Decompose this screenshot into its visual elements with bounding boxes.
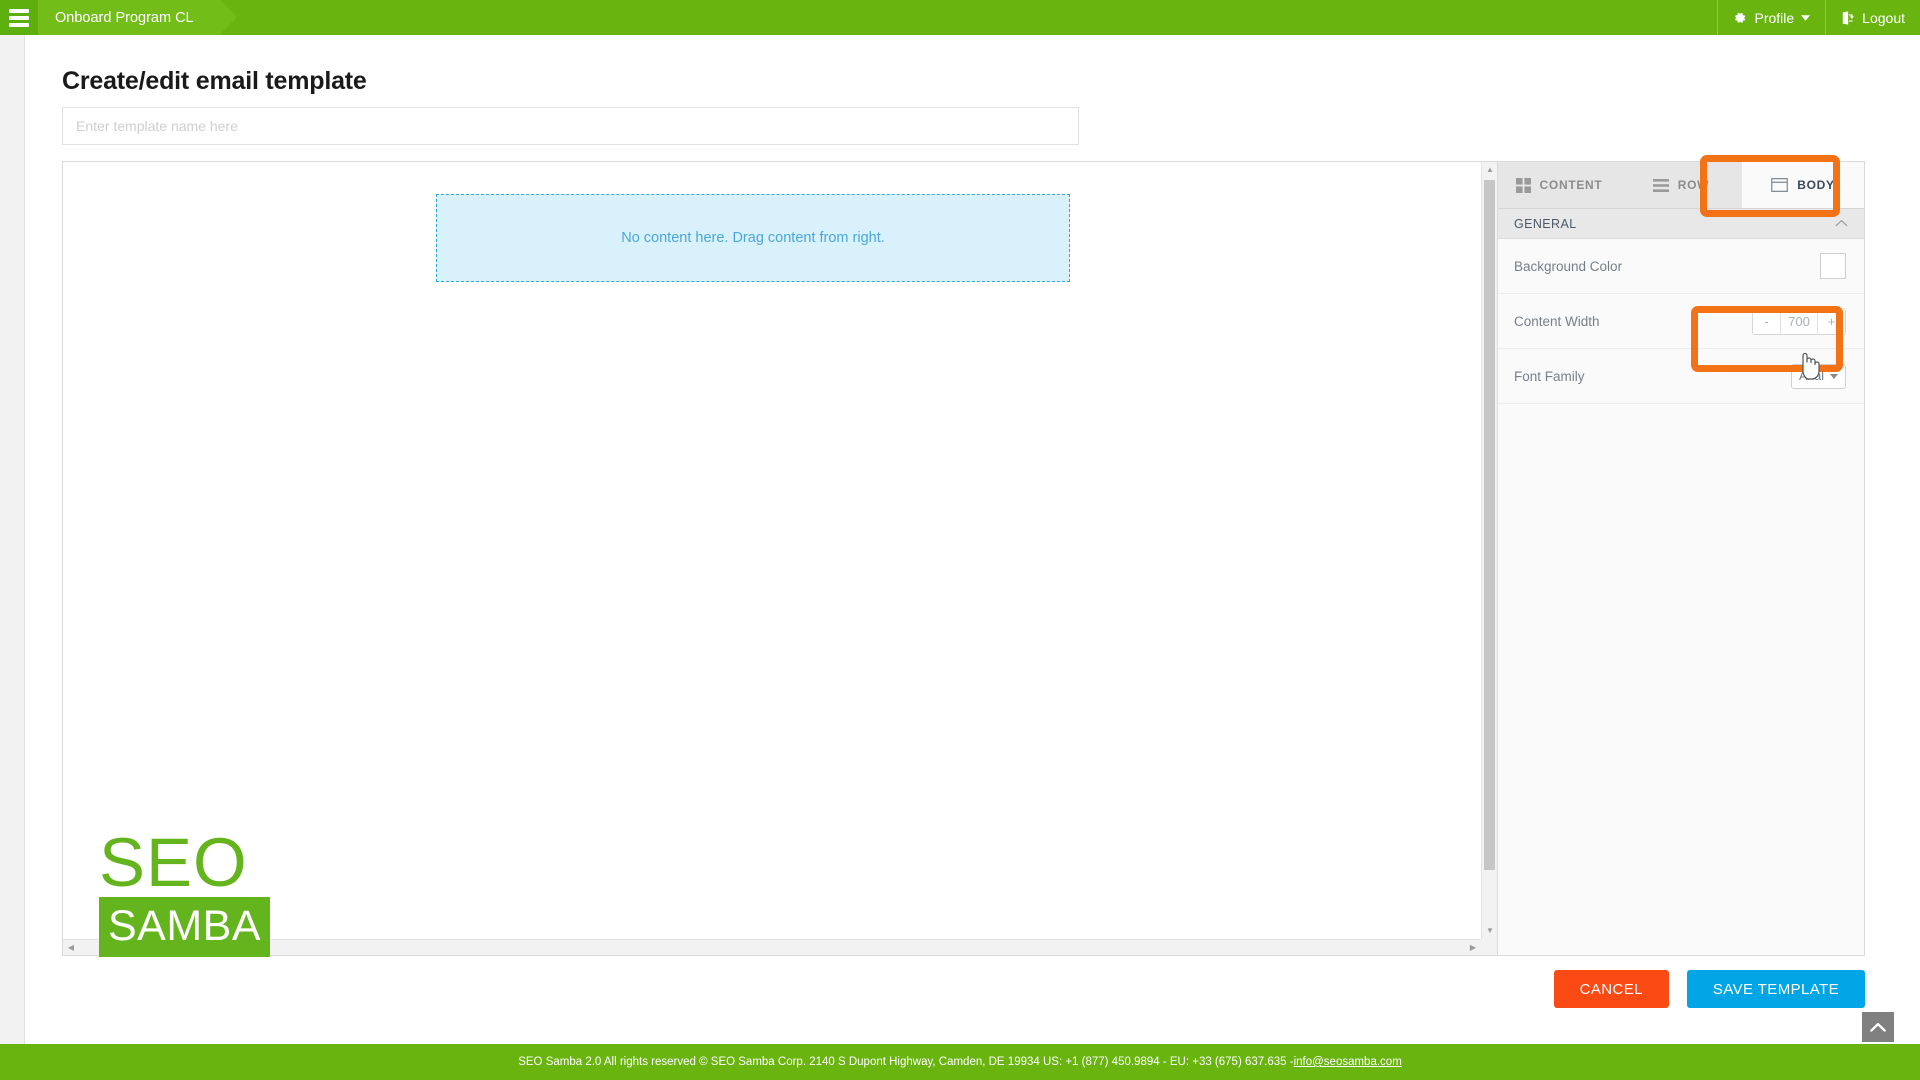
canvas-horizontal-scrollbar[interactable]: ◀ ▶ <box>63 939 1481 955</box>
footer-text: SEO Samba 2.0 All rights reserved © SEO … <box>518 1056 1294 1068</box>
font-family-dropdown[interactable]: Arial <box>1790 363 1846 389</box>
vertical-scroll-thumb[interactable] <box>1484 180 1495 870</box>
page-footer: SEO Samba 2.0 All rights reserved © SEO … <box>0 1044 1920 1080</box>
content-width-label: Content Width <box>1514 313 1600 329</box>
content-width-value[interactable]: 700 <box>1780 308 1818 334</box>
grid-icon <box>1515 177 1531 193</box>
tab-row-label: ROW <box>1677 178 1710 192</box>
content-width-decrement-button[interactable]: - <box>1753 308 1780 334</box>
scroll-right-icon[interactable]: ▶ <box>1465 940 1481 956</box>
form-actions: CANCEL SAVE TEMPLATE <box>62 970 1865 1008</box>
font-family-row: Font Family Arial <box>1498 349 1864 404</box>
logout-icon <box>1841 10 1855 25</box>
page-title: Create/edit email template <box>62 67 367 95</box>
profile-menu[interactable]: Profile <box>1717 0 1825 35</box>
font-family-value: Arial <box>1798 369 1824 383</box>
body-rectangle-icon <box>1771 178 1789 192</box>
page-content: Create/edit email template No content he… <box>26 35 1920 1045</box>
scrollbar-corner <box>1481 939 1497 955</box>
cancel-button[interactable]: CANCEL <box>1553 970 1669 1008</box>
topbar-right-group: Profile Logout <box>1717 0 1920 35</box>
collapsed-sidebar-rail[interactable] <box>0 35 25 1080</box>
scroll-up-icon[interactable]: ▲ <box>1482 162 1498 178</box>
editor-canvas-area: No content here. Drag content from right… <box>63 162 1497 957</box>
content-width-increment-button[interactable]: + <box>1818 308 1845 334</box>
tab-body[interactable]: BODY <box>1742 162 1864 208</box>
editor-canvas[interactable]: No content here. Drag content from right… <box>63 162 1481 939</box>
content-width-row: Content Width - 700 + <box>1498 294 1864 349</box>
hamburger-menu-icon[interactable] <box>0 0 38 35</box>
rows-icon <box>1652 178 1669 192</box>
scroll-down-icon[interactable]: ▼ <box>1482 923 1498 939</box>
general-section-title: GENERAL <box>1514 216 1577 231</box>
canvas-vertical-scrollbar[interactable]: ▲ ▼ <box>1481 162 1497 939</box>
content-width-stepper: - 700 + <box>1752 307 1846 335</box>
profile-label: Profile <box>1754 9 1795 26</box>
tab-content[interactable]: CONTENT <box>1498 162 1620 208</box>
tab-row[interactable]: ROW <box>1620 162 1742 208</box>
footer-email-link[interactable]: info@seosamba.com <box>1294 1056 1402 1068</box>
breadcrumb[interactable]: Onboard Program CL <box>38 0 237 35</box>
scroll-to-top-button[interactable] <box>1862 1012 1894 1042</box>
email-template-editor: No content here. Drag content from right… <box>62 161 1865 957</box>
save-template-button[interactable]: SAVE TEMPLATE <box>1686 970 1865 1008</box>
chevron-up-icon[interactable] <box>1835 218 1848 230</box>
template-name-input[interactable] <box>62 107 1079 145</box>
tab-body-label: BODY <box>1797 178 1835 192</box>
general-section-header[interactable]: GENERAL <box>1498 209 1864 239</box>
caret-down-icon <box>1830 373 1838 379</box>
background-color-row: Background Color <box>1498 239 1864 294</box>
tab-content-label: CONTENT <box>1539 178 1603 192</box>
hamburger-bar <box>9 8 29 13</box>
background-color-swatch[interactable] <box>1820 253 1846 279</box>
top-navigation-bar: Onboard Program CL Profile Logout <box>0 0 1920 35</box>
scroll-left-icon[interactable]: ◀ <box>63 940 79 956</box>
font-family-label: Font Family <box>1514 368 1585 384</box>
background-color-label: Background Color <box>1514 258 1623 274</box>
chevron-up-icon <box>1870 1022 1886 1032</box>
hamburger-bar <box>9 22 29 27</box>
content-dropzone[interactable]: No content here. Drag content from right… <box>436 194 1070 282</box>
hamburger-bar <box>9 15 29 20</box>
logout-label: Logout <box>1862 9 1905 26</box>
settings-tabs: CONTENT ROW BODY <box>1498 162 1864 209</box>
gear-icon <box>1733 11 1747 25</box>
chevron-down-icon <box>1801 14 1811 21</box>
dropzone-label: No content here. Drag content from right… <box>621 230 885 246</box>
logout-button[interactable]: Logout <box>1825 0 1920 35</box>
breadcrumb-label: Onboard Program CL <box>55 9 194 26</box>
settings-panel: CONTENT ROW BODY GENERAL Background Colo… <box>1497 162 1864 955</box>
